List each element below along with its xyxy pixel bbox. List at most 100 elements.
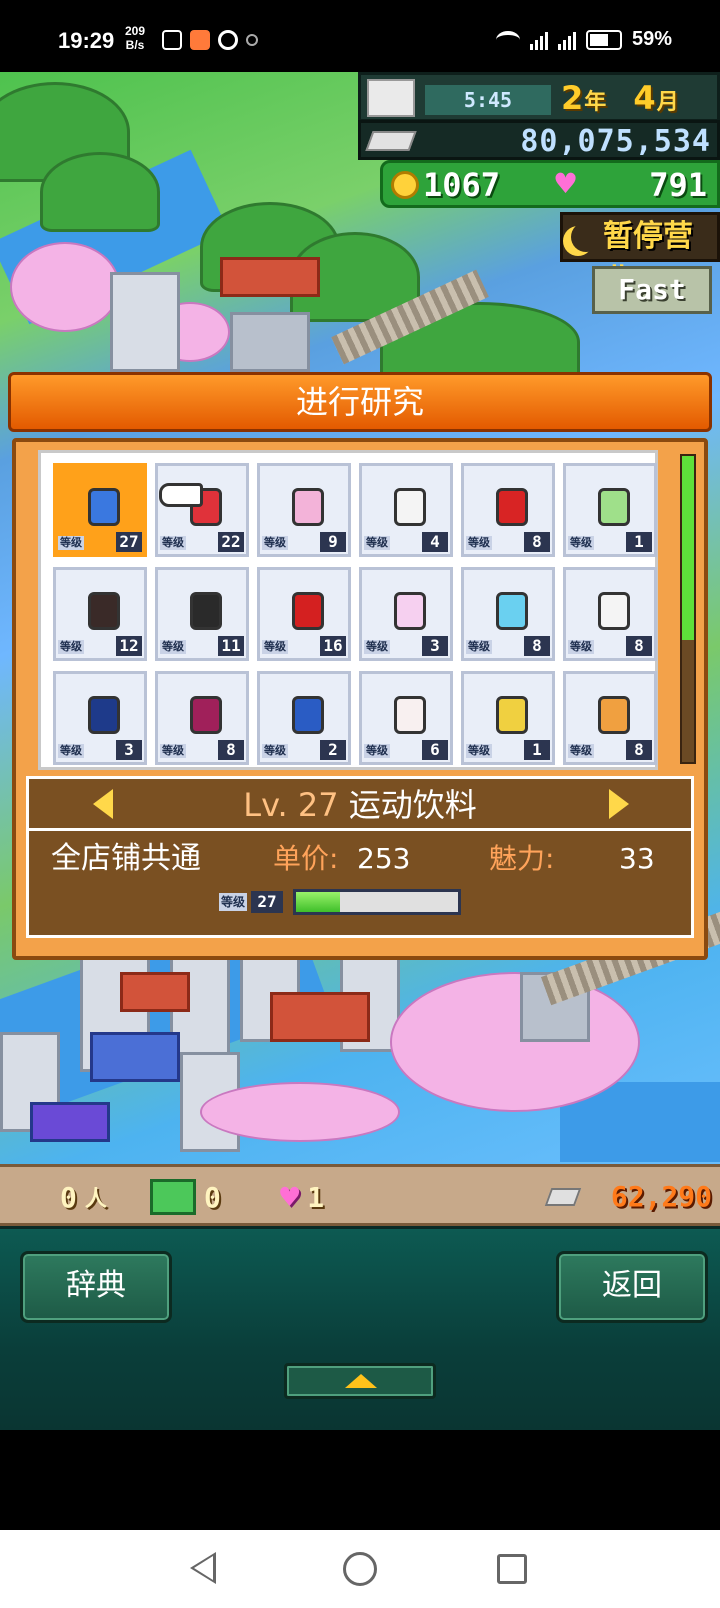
pause-business-button[interactable]: 暂停营业 xyxy=(560,212,720,298)
research-item-cell[interactable]: 等级 8 xyxy=(155,671,249,765)
pointer-hand-icon xyxy=(159,483,203,507)
item-level-tag: 等级 xyxy=(364,640,390,654)
coin-amount: 1067 xyxy=(423,166,501,204)
nav-home-icon[interactable] xyxy=(343,1552,377,1586)
research-item-cell[interactable]: 等级 3 xyxy=(359,567,453,661)
item-level-tag: 等级 xyxy=(160,640,186,654)
research-item-cell[interactable]: 等级 12 xyxy=(53,567,147,661)
store-building xyxy=(220,257,320,297)
item-icon xyxy=(292,488,324,526)
network-speed-value: 209 xyxy=(125,24,146,38)
item-level-tag: 等级 xyxy=(364,744,390,758)
research-item-cell[interactable]: 等级 1 xyxy=(563,463,657,557)
item-info-header: Lv. 27 运动饮料 xyxy=(29,779,691,831)
bottom-panel: 辞典 返回 xyxy=(0,1226,720,1430)
dialog-title: 进行研究 xyxy=(8,372,712,432)
item-icon xyxy=(394,696,426,734)
item-level-tag: 等级 xyxy=(58,536,84,550)
research-item-cell[interactable]: 等级 3 xyxy=(53,671,147,765)
research-item-cell[interactable]: 等级 27 xyxy=(53,463,147,557)
item-level-number: 2 xyxy=(320,740,346,760)
research-item-cell[interactable]: 等级 8 xyxy=(563,671,657,765)
game-year: 2 xyxy=(561,79,585,117)
blue-roof-building xyxy=(90,1032,180,1082)
game-month: 4 xyxy=(633,79,657,117)
browser-notification-icon xyxy=(218,30,238,50)
item-icon xyxy=(292,592,324,630)
item-level-tag: 等级 xyxy=(568,744,594,758)
research-item-cell[interactable]: 等级 4 xyxy=(359,463,453,557)
people-unit: 人 xyxy=(84,1187,107,1212)
exp-progress-bar xyxy=(293,889,461,915)
heart-icon: ♥ xyxy=(553,167,579,200)
research-item-cell[interactable]: 等级 9 xyxy=(257,463,351,557)
game-time: 5:45 xyxy=(425,85,551,115)
next-item-arrow-icon[interactable] xyxy=(609,789,629,819)
research-item-cell[interactable]: 等级 16 xyxy=(257,567,351,661)
research-item-cell[interactable]: 等级 8 xyxy=(461,567,555,661)
item-level-tag: 等级 xyxy=(568,640,594,654)
item-icon xyxy=(598,592,630,630)
blossom-tree xyxy=(10,242,120,332)
purple-building xyxy=(30,1102,110,1142)
research-item-cell[interactable]: 等级 8 xyxy=(461,463,555,557)
item-level-number: 1 xyxy=(626,532,652,552)
hud-money-row: 80,075,534 xyxy=(358,120,720,160)
hud-time-row: 5:45 2年 4月 xyxy=(358,72,720,122)
expand-up-button[interactable] xyxy=(284,1363,436,1399)
item-level-number: 8 xyxy=(626,636,652,656)
item-level-number: 12 xyxy=(116,636,142,656)
scrollbar-thumb[interactable] xyxy=(682,456,694,640)
hud-points-row: 1067 ♥ 791 xyxy=(380,160,720,208)
item-level-tag: 等级 xyxy=(466,744,492,758)
item-level-tag: 等级 xyxy=(262,536,288,550)
store-building xyxy=(270,992,370,1042)
item-title: Lv. 27 运动饮料 xyxy=(29,779,691,831)
research-item-cell[interactable]: 等级 8 xyxy=(563,567,657,661)
status-time: 19:29 xyxy=(58,28,115,53)
item-level-number: 27 xyxy=(116,532,142,552)
gift-value: 0 xyxy=(204,1180,221,1214)
item-scrollbar[interactable] xyxy=(680,454,696,764)
research-item-cell[interactable]: 等级 22 xyxy=(155,463,249,557)
research-item-cell[interactable]: 等级 2 xyxy=(257,671,351,765)
gift-count: 0 xyxy=(150,1175,221,1219)
item-icon xyxy=(598,488,630,526)
item-level: Lv. 27 xyxy=(243,786,339,824)
nav-recent-apps-icon[interactable] xyxy=(497,1554,527,1584)
nav-back-icon[interactable] xyxy=(190,1552,216,1584)
research-item-cell[interactable]: 等级 6 xyxy=(359,671,453,765)
month-unit: 月 xyxy=(656,90,680,115)
battery-percent: 59% xyxy=(631,28,672,50)
item-level-tag: 等级 xyxy=(58,744,84,758)
resource-strip: 0 人 0 ♥ 1 62,290 xyxy=(0,1164,720,1226)
item-level-number: 8 xyxy=(524,636,550,656)
research-item-cell[interactable]: 等级 1 xyxy=(461,671,555,765)
calendar-icon xyxy=(367,79,415,117)
item-level-number: 16 xyxy=(320,636,346,656)
item-level-number: 1 xyxy=(524,740,550,760)
price-label: 单价: xyxy=(273,842,339,875)
back-button[interactable]: 返回 xyxy=(556,1251,708,1323)
blossom-grove xyxy=(200,1082,400,1142)
money-amount: 80,075,534 xyxy=(520,124,711,159)
research-item-cell[interactable]: 等级 11 xyxy=(155,567,249,661)
charm-value: 33 xyxy=(619,842,655,875)
item-level-tag: 等级 xyxy=(262,744,288,758)
item-icon xyxy=(598,696,630,734)
item-level-tag: 等级 xyxy=(466,640,492,654)
price-value: 253 xyxy=(357,842,411,875)
heart-count: ♥ 1 xyxy=(280,1175,324,1219)
store-building xyxy=(120,972,190,1012)
dictionary-button[interactable]: 辞典 xyxy=(20,1251,172,1323)
heart-amount: 791 xyxy=(649,166,707,204)
prev-item-arrow-icon[interactable] xyxy=(93,789,113,819)
app-notification-icon xyxy=(190,30,210,50)
item-level-number: 22 xyxy=(218,532,244,552)
signal-5g-icon xyxy=(529,30,548,50)
notification-icons xyxy=(162,30,258,50)
fast-button[interactable]: Fast xyxy=(592,266,712,314)
item-icon xyxy=(88,488,120,526)
network-speed-unit: B/s xyxy=(125,38,145,52)
item-icon xyxy=(394,592,426,630)
